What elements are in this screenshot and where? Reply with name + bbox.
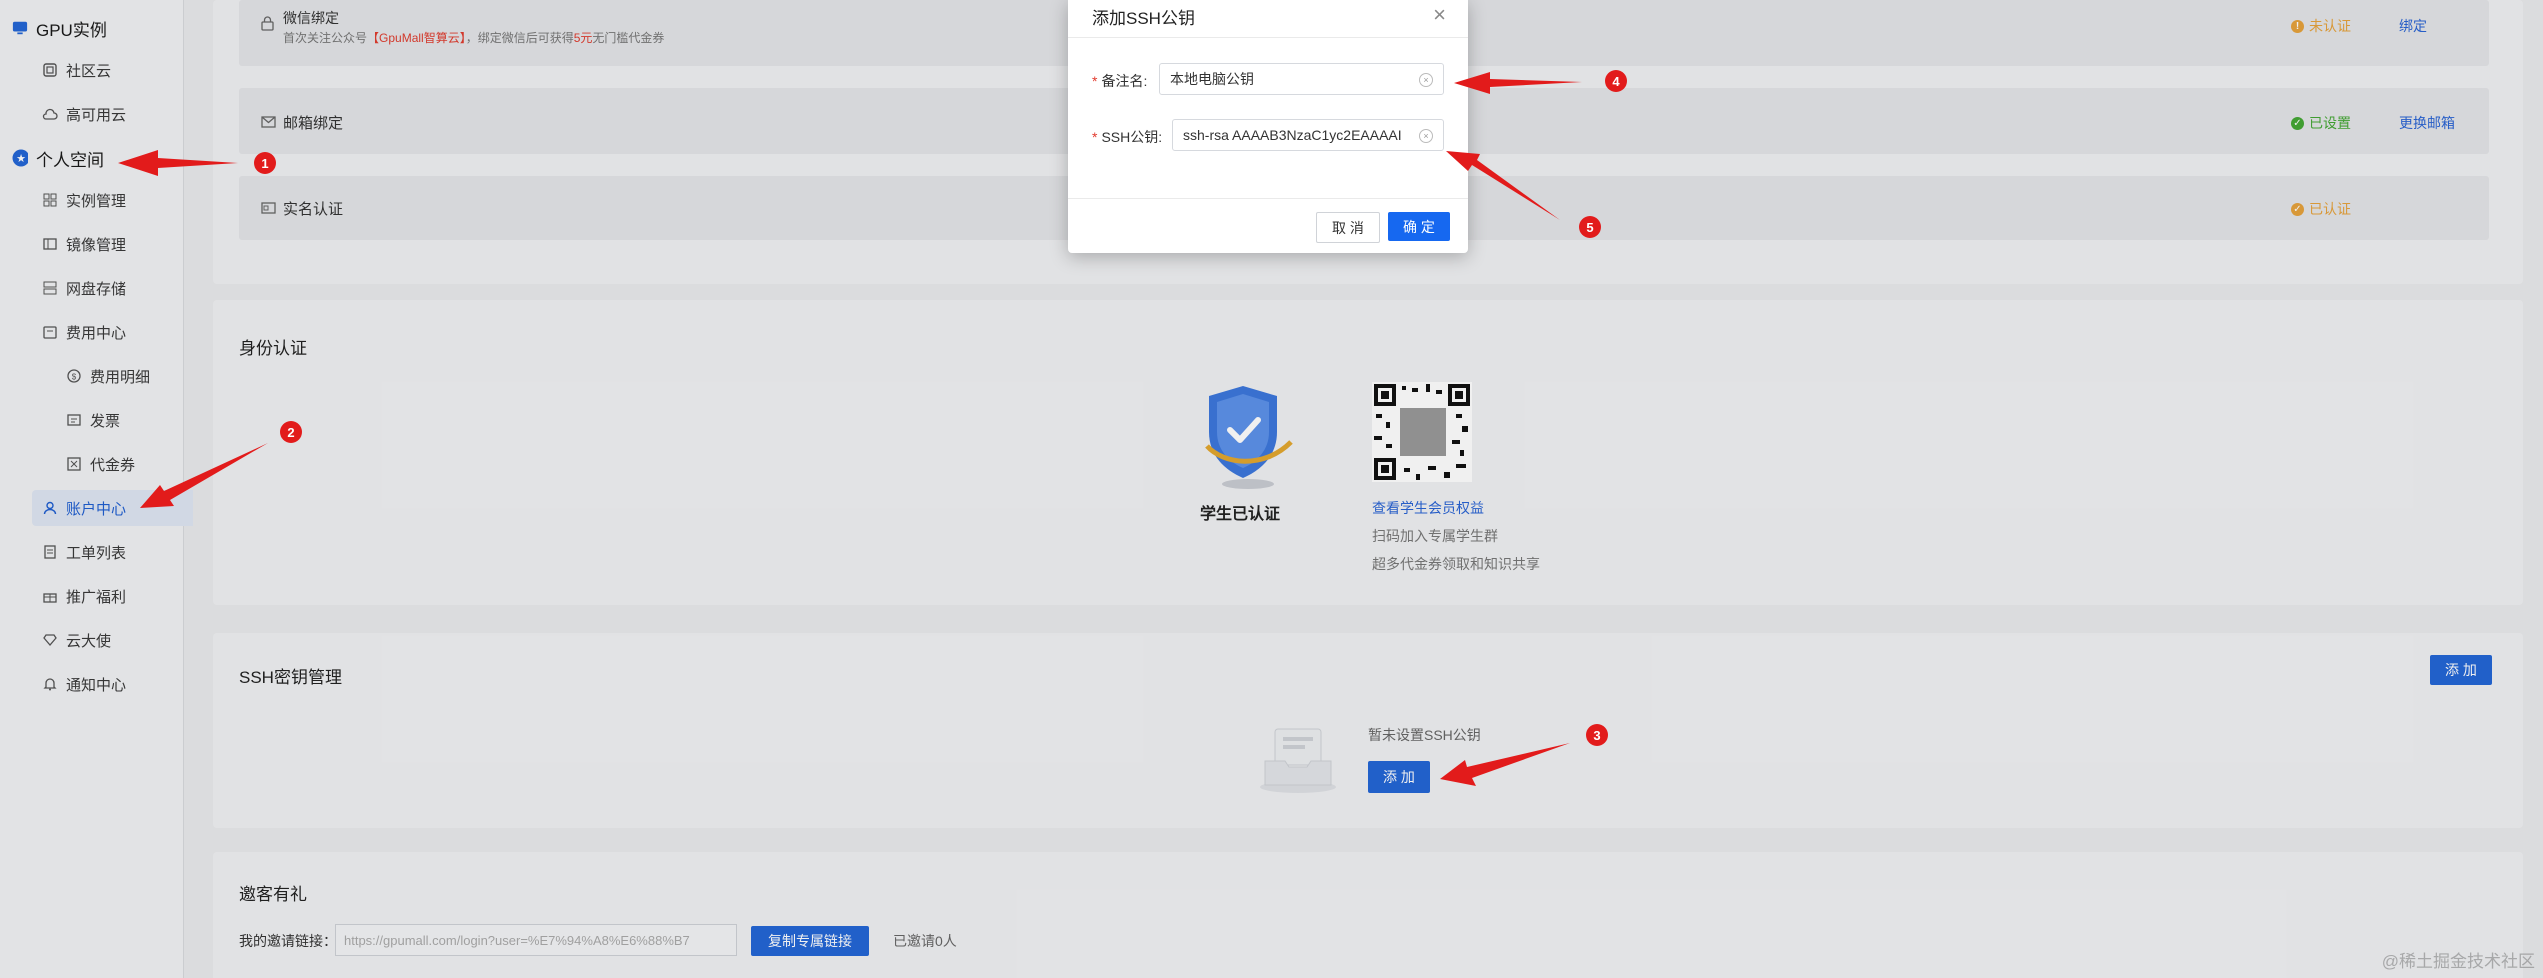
- arrow-4: [1454, 72, 1582, 94]
- arrow-1: [118, 150, 238, 176]
- watermark: @稀土掘金技术社区: [2381, 952, 2535, 971]
- annotation-marker-3: 3: [1586, 724, 1608, 746]
- arrow-5: [1446, 151, 1560, 220]
- annotation-marker-4: 4: [1605, 70, 1627, 92]
- arrow-3: [1440, 743, 1570, 786]
- arrow-2: [140, 443, 268, 508]
- annotation-marker-2: 2: [280, 421, 302, 443]
- annotation-marker-5: 5: [1579, 216, 1601, 238]
- annotation-marker-1: 1: [254, 152, 276, 174]
- annotation-arrows: [118, 72, 1582, 786]
